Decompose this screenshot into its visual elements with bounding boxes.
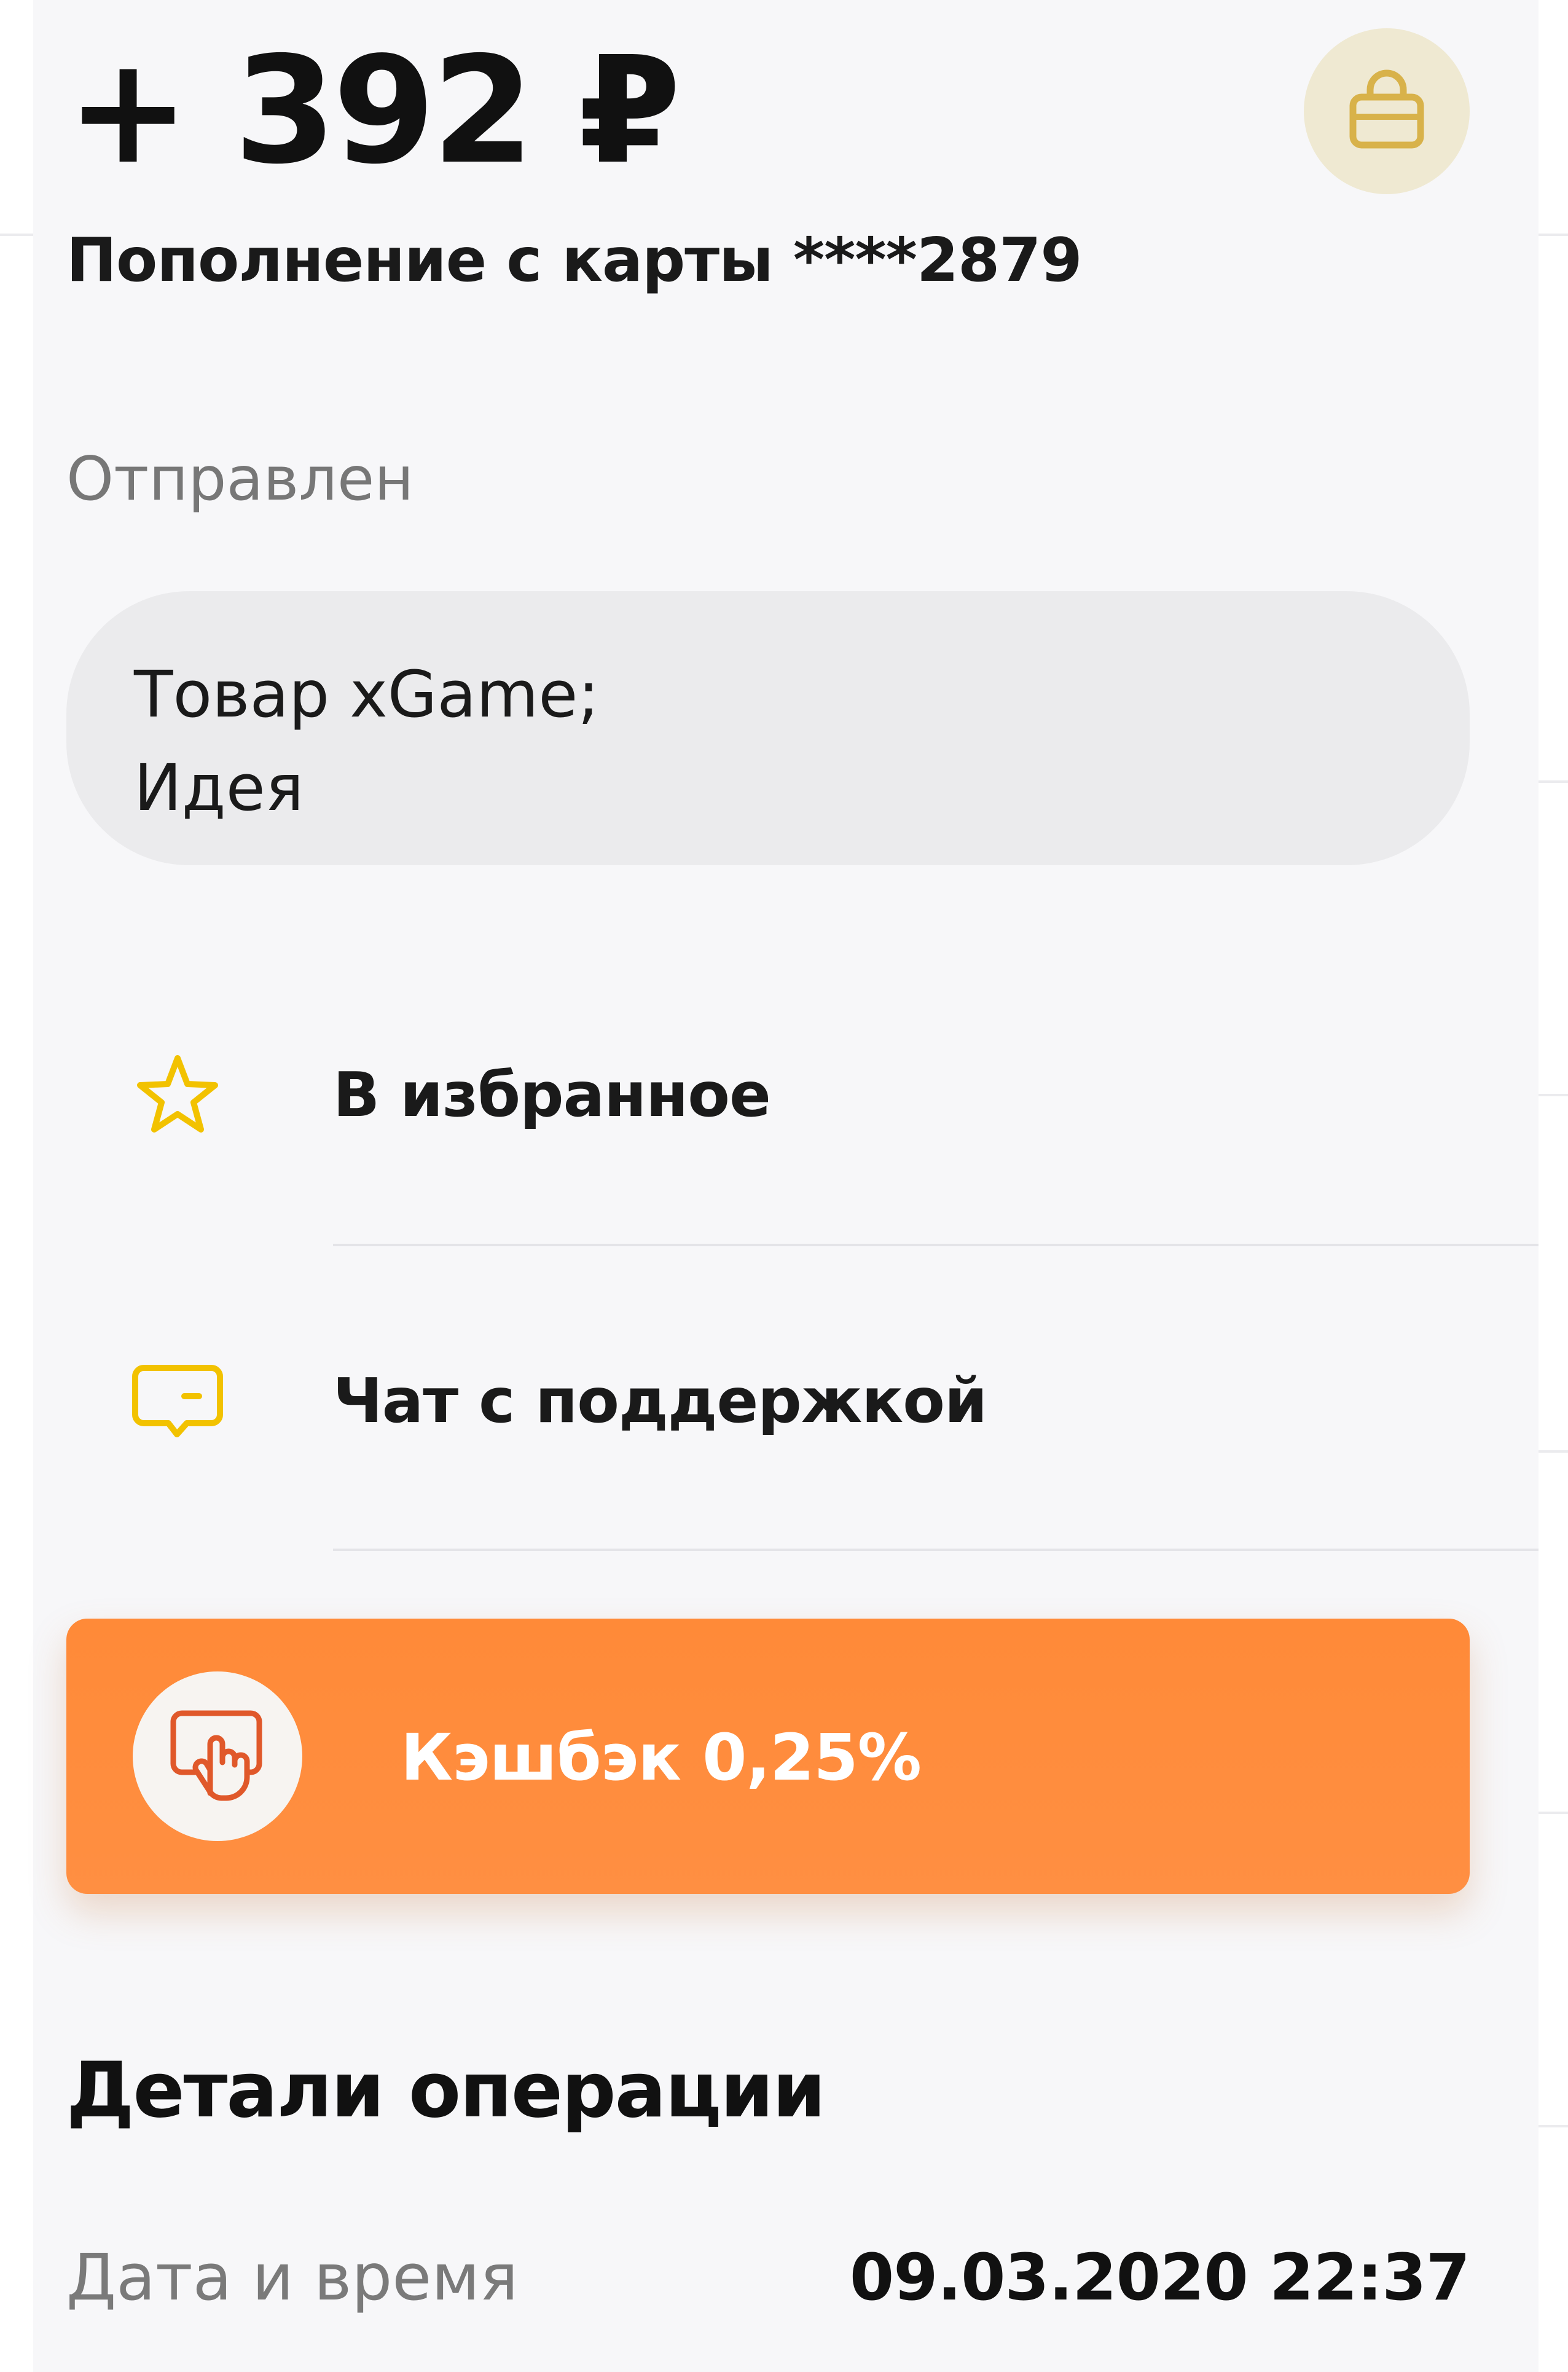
- hand-pointer-icon: [170, 1710, 262, 1801]
- details-section-title: Детали операции: [66, 2046, 826, 2135]
- background-divider: [1539, 234, 1568, 236]
- action-divider: [333, 1549, 1539, 1551]
- background-divider: [1539, 1450, 1568, 1453]
- support-chat-button[interactable]: Чат с поддержкой: [33, 1308, 1539, 1492]
- chat-bubble-icon: [132, 1365, 223, 1437]
- datetime-label: Дата и время: [66, 2240, 519, 2315]
- background-divider: [1539, 780, 1568, 783]
- transaction-status: Отправлен: [66, 444, 414, 514]
- message-line: Товар xGame;: [134, 657, 600, 732]
- transaction-subtitle: Пополнение с карты ****2879: [66, 226, 1083, 296]
- transaction-amount: + 392 ₽: [66, 25, 681, 197]
- category-badge[interactable]: [1304, 28, 1470, 194]
- star-icon: [137, 1055, 218, 1133]
- background-divider: [1539, 1094, 1568, 1096]
- cashback-banner[interactable]: Кэшбэк 0,25%: [66, 1619, 1470, 1894]
- background-divider: [0, 234, 33, 236]
- action-divider: [333, 1244, 1539, 1246]
- background-divider: [1539, 2125, 1568, 2127]
- cashback-label: Кэшбэк 0,25%: [401, 1720, 922, 1795]
- cashback-icon-circle: [133, 1671, 302, 1841]
- add-to-favorites-label: В избранное: [333, 1059, 771, 1131]
- message-bubble: Товар xGame; Идея: [66, 591, 1470, 865]
- datetime-value: 09.03.2020 22:37: [849, 2240, 1470, 2315]
- background-divider: [1539, 1812, 1568, 1814]
- message-line: Идея: [134, 750, 304, 825]
- shopping-bag-icon: [1349, 69, 1424, 149]
- add-to-favorites-button[interactable]: В избранное: [33, 1002, 1539, 1186]
- support-chat-label: Чат с поддержкой: [333, 1365, 987, 1437]
- transaction-sheet: [33, 0, 1539, 2372]
